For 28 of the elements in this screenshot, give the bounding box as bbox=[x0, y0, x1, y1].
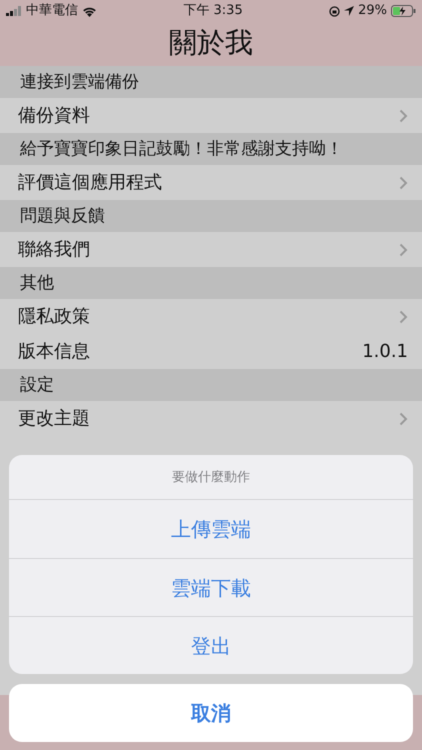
battery-icon bbox=[391, 5, 416, 17]
row-label: 更改主題 bbox=[18, 407, 90, 431]
section-header: 其他 bbox=[0, 267, 422, 299]
row-label: 聯絡我們 bbox=[18, 238, 90, 262]
sheet-title: 要做什麼動作 bbox=[9, 455, 413, 500]
section-header: 設定 bbox=[0, 369, 422, 401]
battery-percent: 29% bbox=[358, 2, 388, 20]
page-title: 關於我 bbox=[168, 25, 254, 61]
chevron-icon bbox=[399, 176, 408, 190]
chevron-icon bbox=[399, 108, 408, 122]
carrier-name: 中華電信 bbox=[26, 2, 78, 20]
location-arrow-icon bbox=[344, 6, 354, 16]
row-label: 評價這個應用程式 bbox=[18, 171, 162, 195]
wifi-icon bbox=[82, 6, 97, 16]
section-header: 問題與反饋 bbox=[0, 200, 422, 232]
status-time: 下午 3:35 bbox=[182, 2, 244, 20]
signal-icon bbox=[6, 6, 22, 16]
rotation-lock-icon bbox=[329, 6, 340, 16]
chevron-icon bbox=[399, 242, 408, 256]
row-label: 備份資料 bbox=[18, 104, 90, 128]
cancel-button[interactable]: 取消 bbox=[9, 684, 413, 742]
row-label: 版本信息 bbox=[18, 340, 90, 364]
row-label: 隱私政策 bbox=[18, 305, 90, 329]
row-value: 1.0.1 bbox=[362, 340, 408, 364]
chevron-icon bbox=[399, 310, 408, 324]
section-header: 給予寶寶印象日記鼓勵！非常感謝支持呦！ bbox=[0, 133, 422, 165]
chevron-icon bbox=[399, 412, 408, 426]
section-header: 連接到雲端備份 bbox=[0, 66, 422, 98]
